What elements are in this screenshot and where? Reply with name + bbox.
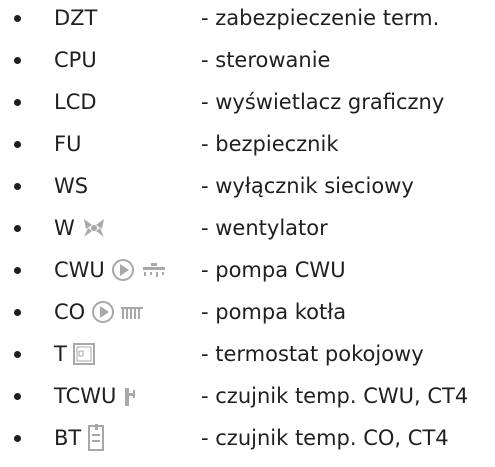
bullet [14,267,21,274]
item-abbr: FU [54,132,82,156]
item-abbr: LCD [54,90,97,114]
bullet [14,435,21,442]
item-abbr: W [54,213,107,243]
radiator-icon [121,305,144,319]
item-description: - wyłącznik sieciowy [201,174,414,198]
item-abbr: WS [54,174,89,198]
bullet [14,15,21,22]
list-item: DZT - zabezpieczenie term. [0,3,495,33]
bullet [14,57,21,64]
item-abbr: BT [54,423,107,453]
item-description: - zabezpieczenie term. [201,6,440,30]
list-item: CO - pompa kotła [0,297,495,327]
item-description: - pompa kotła [201,300,347,324]
pump-icon [111,258,135,282]
list-item: LCD - wyświetlacz graficzny [0,87,495,117]
bullet [14,225,21,232]
thermostat-icon [72,343,95,365]
list-item: CPU - sterowanie [0,45,495,75]
item-abbr: CO [54,297,144,327]
item-description: - sterowanie [201,48,331,72]
water-sensor-icon [122,384,140,408]
item-description: - termostat pokojowy [201,342,424,366]
item-abbr: DZT [54,6,98,30]
list-item: CWU - pompa CWU [0,255,495,285]
item-abbr: TCWU [54,381,140,411]
item-description: - bezpiecznik [201,132,339,156]
faucet-icon [141,260,167,280]
list-item: TCWU - czujnik temp. CWU, CT4 [0,381,495,411]
boiler-sensor-icon [87,424,107,452]
bullet [14,393,21,400]
bullet [14,99,21,106]
item-abbr: CPU [54,48,97,72]
pump-icon [91,300,115,324]
bullet [14,183,21,190]
fan-icon [81,216,107,240]
item-abbr: T [54,339,95,369]
list-item: T - termostat pokojowy [0,339,495,369]
item-description: - wyświetlacz graficzny [201,90,445,114]
item-description: - pompa CWU [201,258,346,282]
item-description: - czujnik temp. CWU, CT4 [201,384,469,408]
list-item: W - wentylator [0,213,495,243]
list-item: FU - bezpiecznik [0,129,495,159]
list-item: BT - czujnik temp. CO, CT4 [0,423,495,453]
item-description: - czujnik temp. CO, CT4 [201,426,449,450]
list-item: WS - wyłącznik sieciowy [0,171,495,201]
item-abbr: CWU [54,255,167,285]
legend-list: DZT - zabezpieczenie term. CPU - sterowa… [0,0,495,467]
bullet [14,141,21,148]
bullet [14,309,21,316]
item-description: - wentylator [201,216,328,240]
bullet [14,351,21,358]
